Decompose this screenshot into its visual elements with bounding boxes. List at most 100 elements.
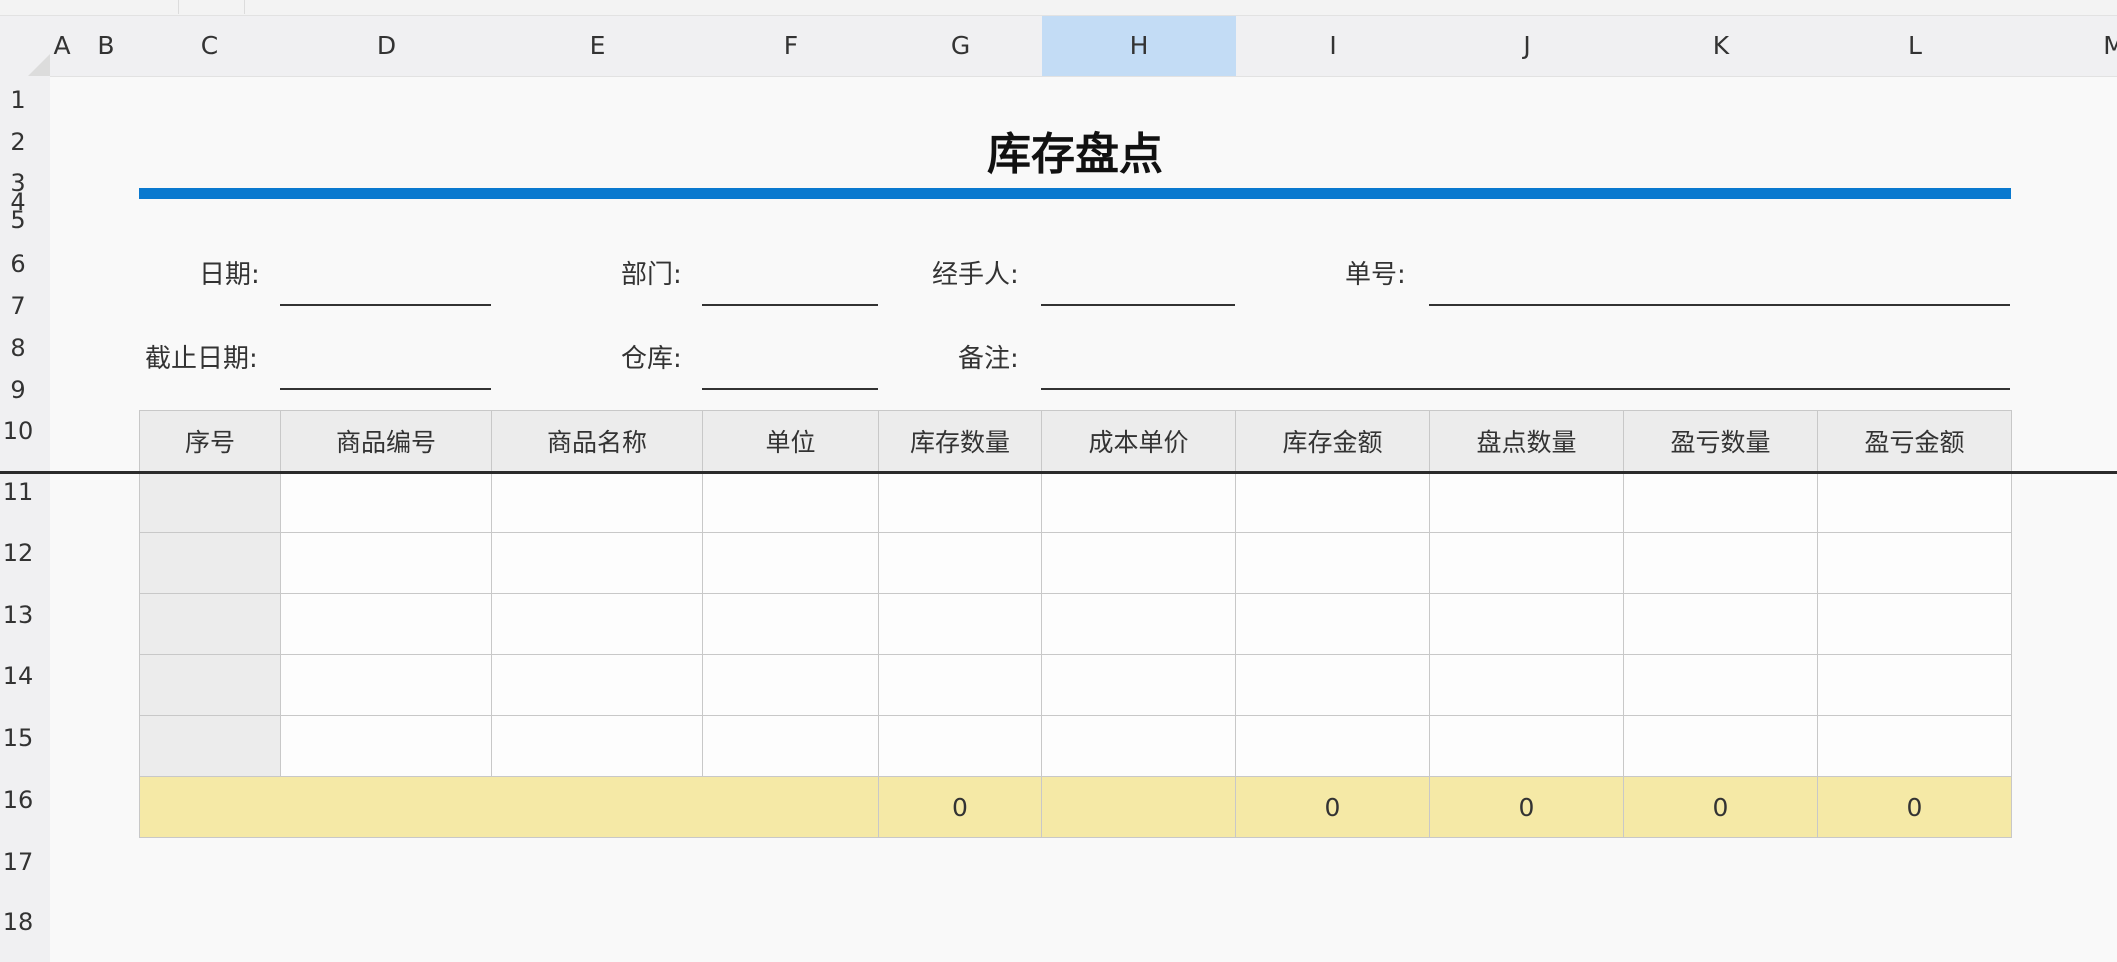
table-cell[interactable] [1429,532,1624,594]
header-cell-diff-amount[interactable]: 盈亏金额 [1817,410,2012,472]
column-header-f[interactable]: F [703,16,879,76]
table-cell[interactable] [1041,654,1236,716]
total-diff-amount[interactable]: 0 [1817,776,2012,838]
table-cell[interactable] [1429,654,1624,716]
table-cell[interactable] [1623,532,1818,594]
column-header-c[interactable]: C [138,16,281,76]
department-field[interactable] [702,304,878,306]
table-cell[interactable] [1817,593,2012,655]
table-cell[interactable] [1623,593,1818,655]
table-cell[interactable] [1429,593,1624,655]
table-cell[interactable] [878,532,1042,594]
row-header-10[interactable]: 10 [0,417,36,445]
header-cell-unit[interactable]: 单位 [702,410,879,472]
row-header-7[interactable]: 7 [0,292,36,320]
sheet-tab-area[interactable] [0,0,179,14]
row-header-1[interactable]: 1 [0,86,36,114]
table-cell[interactable] [1429,715,1624,777]
table-cell[interactable] [1235,654,1430,716]
total-label-cell[interactable] [139,776,879,838]
total-diff-qty[interactable]: 0 [1623,776,1818,838]
table-cell[interactable] [139,593,281,655]
column-header-g[interactable]: G [879,16,1042,76]
table-cell[interactable] [1623,471,1818,533]
table-cell[interactable] [491,593,703,655]
column-header-l[interactable]: L [1818,16,2012,76]
table-cell[interactable] [1817,715,2012,777]
row-header-18[interactable]: 18 [0,908,36,936]
table-cell[interactable] [139,532,281,594]
column-header-a[interactable]: A [50,16,74,76]
table-cell[interactable] [280,654,492,716]
table-cell[interactable] [878,654,1042,716]
table-cell[interactable] [1235,532,1430,594]
table-cell[interactable] [139,654,281,716]
column-header-j[interactable]: J [1430,16,1624,76]
select-all-corner[interactable] [0,16,50,76]
column-header-h[interactable]: H [1042,16,1236,76]
table-cell[interactable] [1041,471,1236,533]
column-header-k[interactable]: K [1624,16,1818,76]
row-header-6[interactable]: 6 [0,250,36,278]
table-cell[interactable] [280,532,492,594]
table-cell[interactable] [1817,654,2012,716]
table-cell[interactable] [702,532,879,594]
warehouse-field[interactable] [702,388,878,390]
row-header-15[interactable]: 15 [0,724,36,752]
total-stock-amount[interactable]: 0 [1235,776,1430,838]
header-cell-count-qty[interactable]: 盘点数量 [1429,410,1624,472]
order-number-field[interactable] [1429,304,2010,306]
table-cell[interactable] [1623,715,1818,777]
row-header-2[interactable]: 2 [0,128,36,156]
header-cell-stock-qty[interactable]: 库存数量 [878,410,1042,472]
table-cell[interactable] [1235,715,1430,777]
total-stock-qty[interactable]: 0 [878,776,1042,838]
handler-field[interactable] [1041,304,1235,306]
table-cell[interactable] [1041,593,1236,655]
header-cell-stock-amount[interactable]: 库存金额 [1235,410,1430,472]
table-cell[interactable] [1235,471,1430,533]
table-cell[interactable] [1817,532,2012,594]
table-cell[interactable] [1041,532,1236,594]
column-header-i[interactable]: I [1236,16,1430,76]
table-cell[interactable] [878,593,1042,655]
table-cell[interactable] [702,654,879,716]
remark-field[interactable] [1041,388,2010,390]
row-header-5[interactable]: 5 [0,206,36,234]
freeze-pane-line[interactable] [0,471,2117,474]
table-cell[interactable] [491,654,703,716]
header-cell-name[interactable]: 商品名称 [491,410,703,472]
header-cell-diff-qty[interactable]: 盈亏数量 [1623,410,1818,472]
row-header-16[interactable]: 16 [0,786,36,814]
table-cell[interactable] [139,471,281,533]
column-header-e[interactable]: E [492,16,703,76]
table-cell[interactable] [878,715,1042,777]
row-header-9[interactable]: 9 [0,376,36,404]
header-cell-seq[interactable]: 序号 [139,410,281,472]
row-header-12[interactable]: 12 [0,539,36,567]
row-header-11[interactable]: 11 [0,478,36,506]
table-cell[interactable] [280,471,492,533]
row-header-8[interactable]: 8 [0,334,36,362]
header-cell-code[interactable]: 商品编号 [280,410,492,472]
table-cell[interactable] [1429,471,1624,533]
row-header-13[interactable]: 13 [0,601,36,629]
table-cell[interactable] [1041,715,1236,777]
table-cell[interactable] [878,471,1042,533]
cutoff-date-field[interactable] [280,388,491,390]
table-cell[interactable] [702,471,879,533]
total-unit-cost[interactable] [1041,776,1236,838]
column-header-b[interactable]: B [74,16,138,76]
table-cell[interactable] [1623,654,1818,716]
table-cell[interactable] [491,532,703,594]
table-cell[interactable] [280,593,492,655]
table-cell[interactable] [280,715,492,777]
row-header-17[interactable]: 17 [0,848,36,876]
table-cell[interactable] [491,715,703,777]
column-header-m[interactable]: M [2012,16,2117,76]
sheet-tab-area[interactable] [178,0,245,14]
row-header-14[interactable]: 14 [0,662,36,690]
table-cell[interactable] [491,471,703,533]
table-cell[interactable] [139,715,281,777]
date-field[interactable] [280,304,491,306]
